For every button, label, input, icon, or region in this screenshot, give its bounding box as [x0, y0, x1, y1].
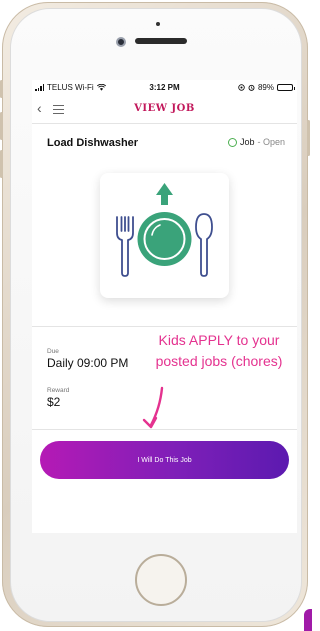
proximity-sensor	[156, 22, 160, 26]
job-image-card	[100, 173, 229, 298]
corner-accent	[304, 609, 312, 631]
status-value: - Open	[257, 137, 285, 147]
section-divider-top	[32, 326, 297, 327]
page-title: VIEW JOB	[134, 103, 195, 114]
alarm-icon	[248, 84, 255, 91]
annotation-text: Kids APPLY to your posted jobs (chores)	[155, 332, 283, 369]
reward-value: $2	[47, 395, 61, 409]
home-button[interactable]	[135, 554, 187, 606]
section-divider-bottom	[32, 429, 297, 430]
nav-bar: ‹ VIEW JOB	[32, 98, 297, 120]
due-label: Due	[47, 348, 59, 355]
location-icon	[238, 84, 245, 91]
job-status-badge: Job - Open	[227, 137, 285, 147]
reward-label: Reward	[47, 387, 70, 394]
open-status-icon	[227, 137, 237, 147]
nav-divider	[32, 123, 297, 124]
app-screen: TELUS Wi-Fi 3:12 PM 89% ‹ VIEW JOB Load …	[32, 80, 297, 533]
earpiece-speaker	[135, 38, 187, 44]
dish-upload-icon	[116, 183, 213, 277]
due-value: Daily 09:00 PM	[47, 356, 129, 370]
power-button	[307, 120, 310, 156]
i-will-do-this-job-button[interactable]: I Will Do This Job	[40, 441, 289, 479]
volume-down-button	[0, 150, 3, 178]
battery-percent: 89%	[257, 83, 274, 92]
status-right: 89%	[238, 83, 295, 92]
status-bar: TELUS Wi-Fi 3:12 PM 89%	[32, 80, 297, 96]
volume-up-button	[0, 112, 3, 140]
annotation-arrow-icon	[142, 386, 164, 429]
battery-icon	[277, 84, 295, 91]
silent-switch	[0, 80, 3, 98]
front-camera	[116, 37, 126, 47]
status-label: Job	[239, 137, 255, 147]
job-title: Load Dishwasher	[47, 137, 139, 149]
